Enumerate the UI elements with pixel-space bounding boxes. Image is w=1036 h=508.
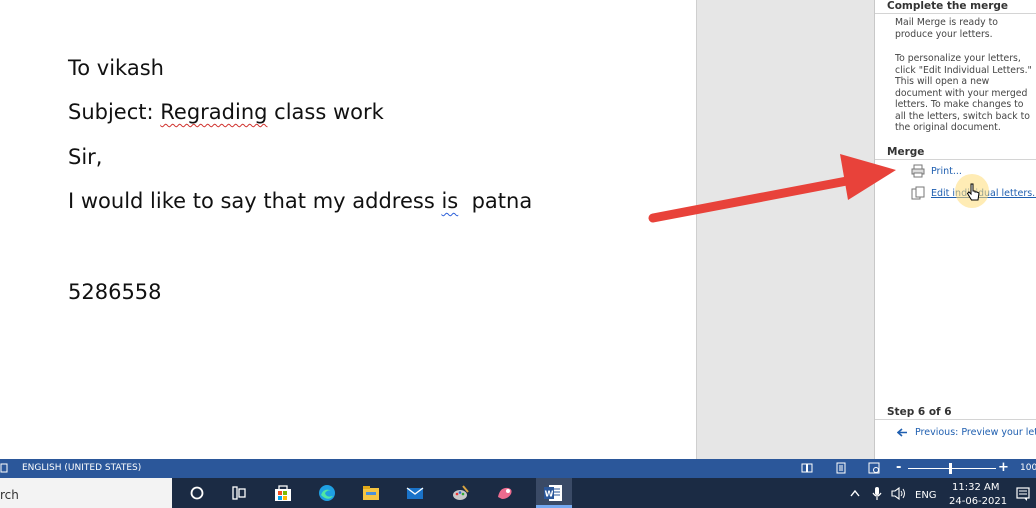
personalize-line: letters. To make changes to bbox=[895, 99, 1024, 110]
mail-icon[interactable] bbox=[404, 483, 426, 503]
divider bbox=[875, 13, 1036, 14]
body-prefix: I would like to say that my address bbox=[68, 189, 442, 213]
zoom-out-button[interactable]: - bbox=[896, 460, 901, 475]
body-suffix: patna bbox=[458, 189, 533, 213]
document-gutter bbox=[697, 0, 873, 459]
step-indicator: Step 6 of 6 bbox=[887, 406, 952, 418]
ready-text: Mail Merge is ready to produce your lett… bbox=[895, 17, 1035, 40]
zoom-level[interactable]: 100 bbox=[1020, 463, 1036, 473]
doc-line-subject: Subject: Regrading class work bbox=[68, 100, 384, 124]
edit-letters-icon bbox=[911, 186, 925, 200]
notifications-icon[interactable] bbox=[1015, 486, 1031, 502]
grammar-flagged-word[interactable]: is bbox=[441, 189, 458, 213]
divider bbox=[875, 419, 1036, 420]
word-icon: W bbox=[544, 485, 562, 501]
merge-heading: Merge bbox=[887, 146, 925, 158]
doc-line-body: I would like to say that my address is p… bbox=[68, 189, 532, 213]
personalize-line: This will open a new bbox=[895, 76, 990, 87]
personalize-line: To personalize your letters, bbox=[895, 53, 1021, 64]
chevron-up-icon[interactable] bbox=[850, 489, 860, 497]
paint-icon[interactable] bbox=[450, 483, 472, 503]
cortana-icon[interactable] bbox=[186, 483, 208, 503]
doc-line-recipient: To vikash bbox=[68, 56, 164, 80]
zoom-slider[interactable] bbox=[908, 468, 996, 469]
previous-step-link[interactable]: Previous: Preview your lett bbox=[915, 427, 1036, 438]
print-link[interactable]: Print... bbox=[931, 166, 962, 177]
complete-merge-heading: Complete the merge bbox=[887, 0, 1009, 12]
language-indicator[interactable]: ENGLISH (UNITED STATES) bbox=[22, 463, 141, 473]
subject-suffix: class work bbox=[267, 100, 384, 124]
printer-icon bbox=[911, 164, 925, 178]
clock-time[interactable]: 11:32 AM bbox=[952, 482, 999, 493]
mail-merge-pane: Complete the merge Mail Merge is ready t… bbox=[874, 0, 1036, 459]
zoom-in-button[interactable]: + bbox=[998, 460, 1009, 475]
input-language[interactable]: ENG bbox=[915, 490, 937, 501]
divider bbox=[875, 159, 1036, 160]
file-explorer-icon[interactable] bbox=[360, 483, 382, 503]
read-mode-icon[interactable] bbox=[801, 462, 813, 474]
document-page[interactable]: To vikash Subject: Regrading class work … bbox=[0, 0, 697, 459]
svg-text:W: W bbox=[545, 490, 554, 499]
microphone-icon[interactable] bbox=[872, 486, 882, 501]
speaker-icon[interactable] bbox=[891, 487, 907, 500]
doc-line-number: 5286558 bbox=[68, 280, 162, 304]
store-icon[interactable] bbox=[272, 483, 294, 503]
personalize-line: the original document. bbox=[895, 122, 1001, 133]
word-taskbar-button[interactable]: W bbox=[536, 478, 572, 508]
web-layout-icon[interactable] bbox=[868, 462, 880, 474]
back-arrow-icon bbox=[897, 428, 907, 437]
subject-prefix: Subject: bbox=[68, 100, 161, 124]
clock-date[interactable]: 24-06-2021 bbox=[949, 496, 1007, 507]
ready-text-line: produce your letters. bbox=[895, 28, 993, 40]
misspelled-word[interactable]: Regrading bbox=[160, 100, 267, 124]
personalize-text: To personalize your letters, click "Edit… bbox=[895, 53, 1035, 134]
personalize-line: document with your merged bbox=[895, 87, 1028, 99]
personalize-line: click "Edit Individual Letters." bbox=[895, 64, 1032, 76]
personalize-line: all the letters, switch back to bbox=[895, 110, 1030, 122]
edge-browser-icon[interactable] bbox=[316, 483, 338, 503]
print-layout-icon[interactable] bbox=[835, 462, 847, 474]
doc-line-salutation: Sir, bbox=[68, 145, 103, 169]
task-view-icon[interactable] bbox=[228, 483, 250, 503]
paint-3d-icon[interactable] bbox=[494, 483, 516, 503]
search-placeholder: rch bbox=[0, 488, 19, 502]
spelling-status-icon[interactable] bbox=[0, 462, 8, 474]
hand-cursor-icon bbox=[966, 183, 980, 201]
status-bar: ENGLISH (UNITED STATES) - + 100 bbox=[0, 459, 1036, 478]
zoom-slider-thumb[interactable] bbox=[949, 463, 952, 474]
taskbar-search-box[interactable]: rch bbox=[0, 478, 172, 508]
ready-text-line: Mail Merge is ready to bbox=[895, 17, 998, 28]
